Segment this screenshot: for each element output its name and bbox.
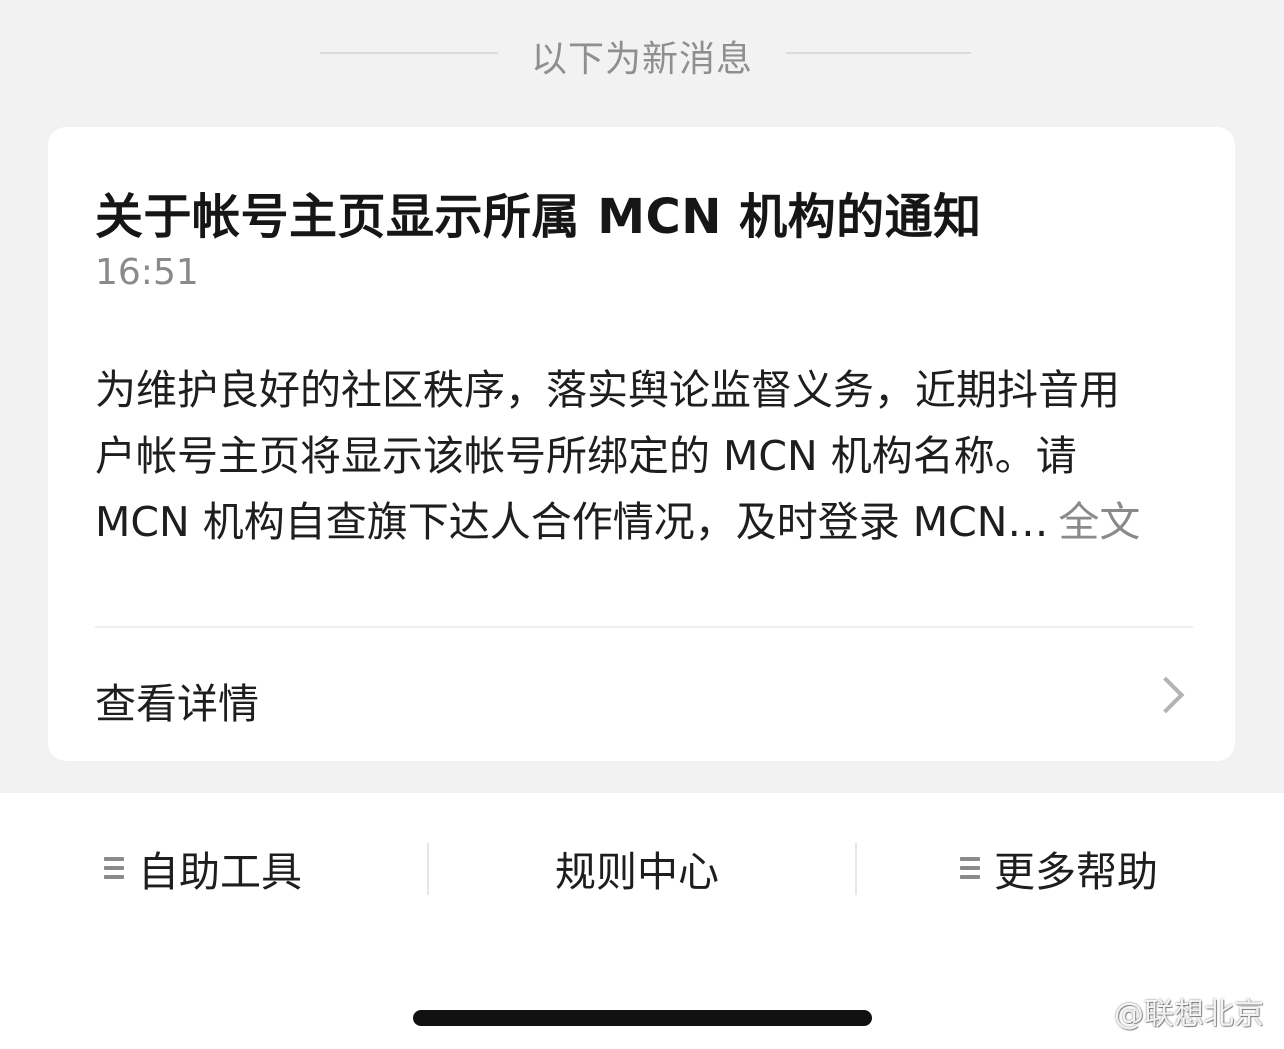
menu-item-label: 规则中心 [555,848,719,896]
notice-body: 为维护良好的社区秩序，落实舆论监督义务，近期抖音用 户帐号主页将显示该帐号所绑定… [95,357,1175,555]
bottom-menu: 自助工具 规则中心 更多帮助 [0,838,1284,898]
menu-divider [855,843,857,895]
menu-more-help[interactable]: 更多帮助 [960,838,1158,898]
read-full-text-link[interactable]: 全文 [1058,498,1140,546]
menu-divider [427,843,429,895]
menu-self-service-tools[interactable]: 自助工具 [104,838,302,898]
notice-time: 16:51 [95,252,199,293]
watermark-text: @联想北京 [1114,997,1264,1032]
menu-lines-icon [960,857,980,879]
menu-lines-icon [104,857,124,879]
menu-item-label: 更多帮助 [994,848,1158,896]
notice-body-line: 为维护良好的社区秩序，落实舆论监督义务，近期抖音用 [95,366,1120,414]
notice-card[interactable]: 关于帐号主页显示所属 MCN 机构的通知 16:51 为维护良好的社区秩序，落实… [48,127,1235,761]
view-details-label: 查看详情 [95,680,259,728]
menu-item-label: 自助工具 [138,848,302,896]
menu-rules-center[interactable]: 规则中心 [555,838,719,898]
divider-line-left [320,52,498,54]
chevron-right-icon [1147,676,1185,714]
notice-title: 关于帐号主页显示所属 MCN 机构的通知 [95,189,982,245]
home-indicator[interactable] [413,1010,872,1026]
new-messages-divider: 以下为新消息 [0,22,1284,82]
bottom-menu-bar: 自助工具 规则中心 更多帮助 @联想北京 [0,793,1284,1049]
new-messages-label: 以下为新消息 [530,39,753,80]
notice-body-line: 户帐号主页将显示该帐号所绑定的 MCN 机构名称。请 [95,432,1077,480]
card-separator [95,626,1193,628]
notice-body-line-last: MCN 机构自查旗下达人合作情况，及时登录 MCN… 全文 [95,489,1175,555]
notice-body-line-text: MCN 机构自查旗下达人合作情况，及时登录 MCN… [95,498,1049,546]
view-details-row[interactable]: 查看详情 [95,662,1193,728]
divider-line-right [786,52,971,54]
